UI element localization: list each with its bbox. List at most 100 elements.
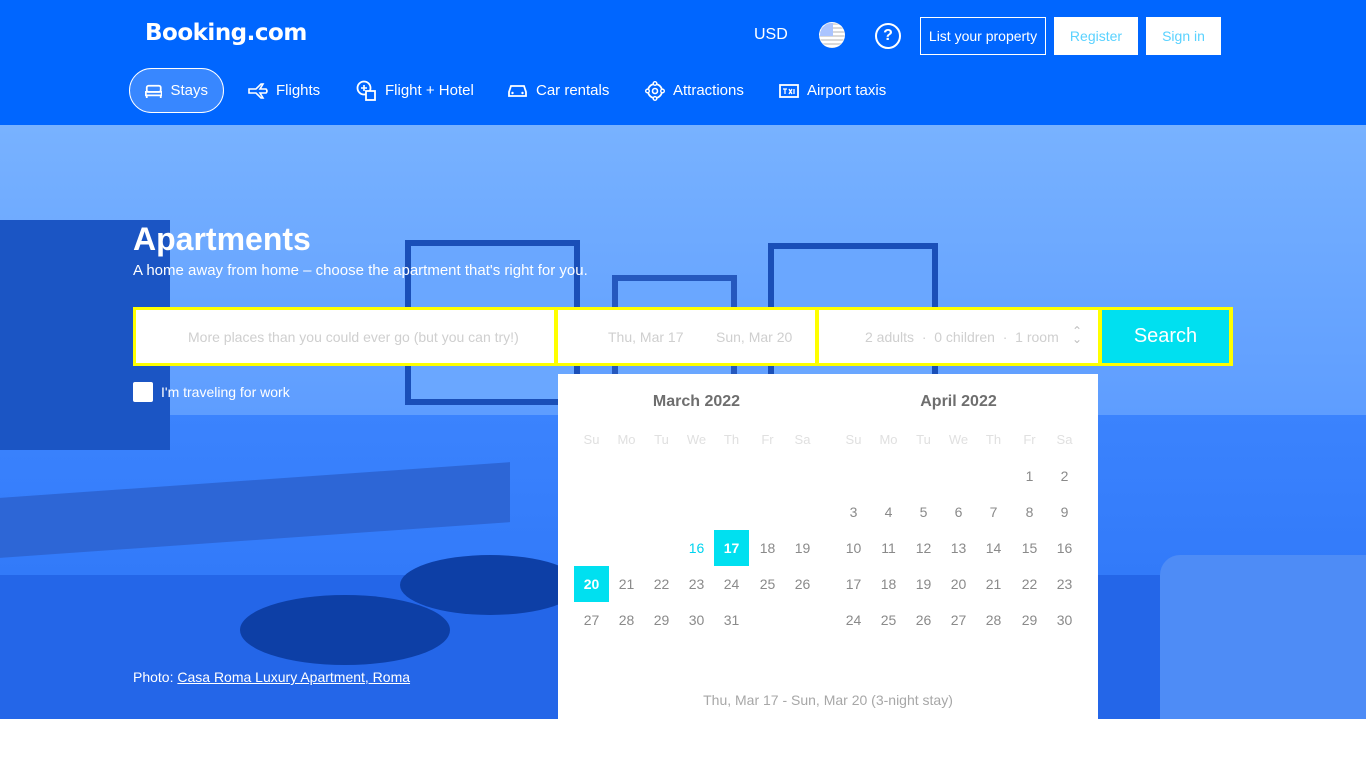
taxi-icon bbox=[779, 83, 799, 98]
calendar-day[interactable]: 24 bbox=[836, 602, 871, 638]
calendar-day[interactable]: 22 bbox=[1012, 566, 1047, 602]
hero-photo-sofa bbox=[1160, 555, 1366, 719]
nav-flight-hotel-label: Flight + Hotel bbox=[385, 82, 474, 99]
guests-selector[interactable]: 2 adults · 0 children · 1 room ⌃ ⌄ bbox=[819, 310, 1098, 363]
calendar-day[interactable]: 2 bbox=[1047, 458, 1082, 494]
calendar-day[interactable]: 5 bbox=[906, 494, 941, 530]
page-subtitle: A home away from home – choose the apart… bbox=[133, 262, 588, 279]
calendar-day[interactable]: 18 bbox=[871, 566, 906, 602]
page-title: Apartments bbox=[133, 221, 311, 257]
weekday-label: We bbox=[686, 432, 707, 447]
calendar-day[interactable]: 22 bbox=[644, 566, 679, 602]
calendar-day[interactable]: 21 bbox=[976, 566, 1011, 602]
us-flag-icon[interactable] bbox=[819, 22, 845, 48]
calendar-day[interactable]: 14 bbox=[976, 530, 1011, 566]
flight-hotel-icon bbox=[356, 80, 376, 101]
car-icon bbox=[508, 84, 527, 97]
booking-logo[interactable]: Booking.com bbox=[145, 20, 307, 46]
calendar-day[interactable]: 18 bbox=[750, 530, 785, 566]
calendar-day[interactable]: 24 bbox=[714, 566, 749, 602]
plane-icon bbox=[248, 82, 268, 99]
calendar-day[interactable]: 7 bbox=[976, 494, 1011, 530]
date-picker-field[interactable]: Thu, Mar 17 Sun, Mar 20 bbox=[558, 310, 815, 363]
calendar-day[interactable]: 26 bbox=[785, 566, 820, 602]
page: Booking.com USD ? List your property Reg… bbox=[0, 0, 1366, 768]
hero-photo-stool-1 bbox=[240, 595, 450, 665]
calendar-day[interactable]: 12 bbox=[906, 530, 941, 566]
calendar-day[interactable]: 4 bbox=[871, 494, 906, 530]
nav-airport-taxis-label: Airport taxis bbox=[807, 82, 887, 99]
calendar-day[interactable]: 10 bbox=[836, 530, 871, 566]
calendar-day[interactable]: 1 bbox=[1012, 458, 1047, 494]
calendar-day[interactable]: 8 bbox=[1012, 494, 1047, 530]
guests-summary: 2 adults · 0 children · 1 room bbox=[865, 328, 1059, 345]
calendar-day[interactable]: 13 bbox=[941, 530, 976, 566]
calendar-day[interactable]: 27 bbox=[574, 602, 609, 638]
nav-attractions-label: Attractions bbox=[673, 82, 744, 99]
calendar-day[interactable]: 29 bbox=[644, 602, 679, 638]
photo-credit-link[interactable]: Casa Roma Luxury Apartment, Roma bbox=[177, 669, 410, 685]
calendar-day[interactable]: 27 bbox=[941, 602, 976, 638]
calendar-day[interactable]: 9 bbox=[1047, 494, 1082, 530]
weekday-label: Mo bbox=[879, 432, 898, 447]
destination-input[interactable]: More places than you could ever go (but … bbox=[136, 310, 554, 363]
work-travel-option[interactable]: I'm traveling for work bbox=[133, 382, 290, 402]
photo-credit: Photo: Casa Roma Luxury Apartment, Roma bbox=[133, 669, 410, 685]
calendar-day[interactable]: 20 bbox=[941, 566, 976, 602]
check-out-date: Sun, Mar 20 bbox=[716, 329, 793, 345]
sign-in-button[interactable]: Sign in bbox=[1146, 17, 1221, 55]
weekday-label: Sa bbox=[1056, 432, 1073, 447]
weekday-label: Th bbox=[723, 432, 740, 447]
calendar-day[interactable]: 21 bbox=[609, 566, 644, 602]
nav-flights-label: Flights bbox=[276, 82, 321, 99]
nav-flight-hotel[interactable]: Flight + Hotel bbox=[356, 68, 474, 113]
search-button[interactable]: Search bbox=[1102, 310, 1229, 363]
calendar-day[interactable]: 19 bbox=[906, 566, 941, 602]
register-button[interactable]: Register bbox=[1054, 17, 1138, 55]
calendar-day[interactable]: 16 bbox=[1047, 530, 1082, 566]
flag-canton bbox=[820, 23, 833, 36]
calendar-day[interactable]: 25 bbox=[750, 566, 785, 602]
nav-flights[interactable]: Flights bbox=[248, 68, 320, 113]
check-in-date: Thu, Mar 17 bbox=[608, 329, 684, 345]
calendar-day[interactable]: 20 bbox=[574, 566, 609, 602]
photo-credit-label: Photo: bbox=[133, 669, 174, 685]
nav-airport-taxis[interactable]: Airport taxis bbox=[779, 68, 886, 113]
calendar-day[interactable]: 17 bbox=[714, 530, 749, 566]
calendar-day[interactable]: 23 bbox=[1047, 566, 1082, 602]
calendar-day[interactable]: 31 bbox=[714, 602, 749, 638]
calendar-day[interactable]: 3 bbox=[836, 494, 871, 530]
calendar-day[interactable]: 28 bbox=[609, 602, 644, 638]
nav-stays[interactable]: Stays bbox=[129, 68, 224, 113]
header: Booking.com USD ? List your property Reg… bbox=[0, 0, 1366, 125]
month-title: April 2022 bbox=[920, 393, 997, 410]
weekday-label: Su bbox=[845, 432, 862, 447]
work-travel-checkbox[interactable] bbox=[133, 382, 153, 402]
nav-car-rentals[interactable]: Car rentals bbox=[507, 68, 609, 113]
calendar-day[interactable]: 16 bbox=[679, 530, 714, 566]
weekday-label: Su bbox=[583, 432, 600, 447]
calendar-day[interactable]: 25 bbox=[871, 602, 906, 638]
search-bar: More places than you could ever go (but … bbox=[133, 307, 1233, 366]
weekday-label: Sa bbox=[794, 432, 811, 447]
nav-stays-label: Stays bbox=[170, 82, 208, 99]
calendar-day[interactable]: 19 bbox=[785, 530, 820, 566]
calendar-day[interactable]: 30 bbox=[1047, 602, 1082, 638]
calendar-day[interactable]: 17 bbox=[836, 566, 871, 602]
calendar-day[interactable]: 11 bbox=[871, 530, 906, 566]
calendar-day[interactable]: 26 bbox=[906, 602, 941, 638]
calendar-day[interactable]: 28 bbox=[976, 602, 1011, 638]
calendar-day[interactable]: 23 bbox=[679, 566, 714, 602]
weekday-label: Fr bbox=[761, 432, 774, 447]
date-picker-calendar: Thu, Mar 17 - Sun, Mar 20 (3-night stay)… bbox=[558, 374, 1098, 719]
calendar-day[interactable]: 30 bbox=[679, 602, 714, 638]
nav-attractions[interactable]: Attractions bbox=[645, 68, 744, 113]
bed-icon bbox=[145, 84, 163, 98]
weekday-label: Tu bbox=[916, 432, 931, 447]
help-icon[interactable]: ? bbox=[875, 23, 901, 49]
calendar-day[interactable]: 6 bbox=[941, 494, 976, 530]
calendar-day[interactable]: 15 bbox=[1012, 530, 1047, 566]
calendar-day[interactable]: 29 bbox=[1012, 602, 1047, 638]
currency-selector[interactable]: USD bbox=[754, 26, 788, 44]
list-property-button[interactable]: List your property bbox=[920, 17, 1046, 55]
